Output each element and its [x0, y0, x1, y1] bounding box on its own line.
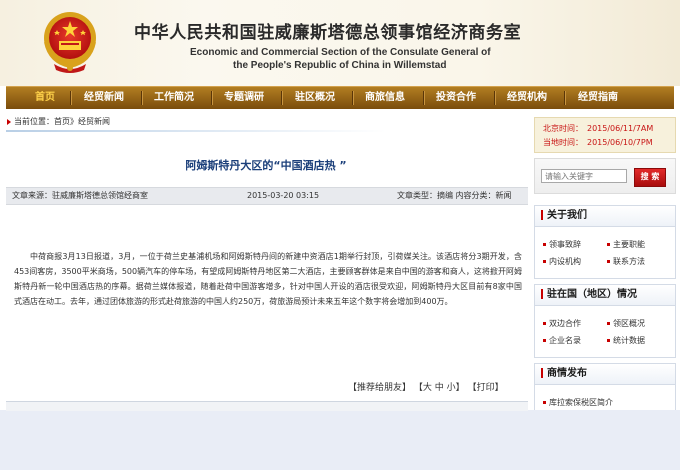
breadcrumb-label: 当前位置：	[14, 117, 54, 126]
about-link-contact[interactable]: 联系方法	[607, 256, 645, 267]
search-box: 搜 索	[534, 158, 676, 194]
nav-separator	[211, 91, 212, 105]
nav-separator	[564, 91, 565, 105]
bullet-icon	[543, 339, 546, 342]
about-panel-header: 关于我们	[535, 206, 675, 227]
about-link-structure[interactable]: 内设机构	[543, 256, 581, 267]
region-link-statistics[interactable]: 统计数据	[607, 335, 645, 346]
font-large-link[interactable]: 【大	[414, 383, 432, 393]
bullet-icon	[607, 260, 610, 263]
nav-separator	[70, 91, 71, 105]
nav-item-research[interactable]: 专题调研	[224, 87, 264, 109]
search-input[interactable]	[541, 169, 627, 183]
breadcrumb: 当前位置：首页》经贸新闻	[7, 116, 110, 128]
breadcrumb-home-link[interactable]: 首页	[54, 117, 70, 126]
nav-item-trade-news[interactable]: 经贸新闻	[84, 87, 124, 109]
search-button[interactable]: 搜 索	[634, 168, 666, 187]
local-time-value: 2015/06/10/7PM	[587, 138, 653, 147]
bullet-icon	[607, 339, 610, 342]
panel-marker	[541, 210, 543, 220]
nav-item-work-summary[interactable]: 工作简况	[154, 87, 194, 109]
article-source: 文章来源：驻威廉斯塔德总领馆经商室	[12, 191, 148, 200]
panel-marker	[541, 368, 543, 378]
nav-separator	[281, 91, 282, 105]
site-title-cn: 中华人民共和国驻威廉斯塔德总领事馆经济商务室	[134, 23, 522, 43]
page: 中华人民共和国驻威廉斯塔德总领事馆经济商务室 Economic and Comm…	[0, 0, 680, 411]
nav-separator	[494, 91, 495, 105]
font-small-link[interactable]: 小】	[447, 383, 465, 393]
bullet-icon	[543, 260, 546, 263]
nav-separator	[141, 91, 142, 105]
article-type: 文章类型：摘编 内容分类：新闻	[397, 191, 512, 200]
bullet-icon	[543, 322, 546, 325]
bullet-icon	[607, 322, 610, 325]
business-panel: 商情发布 库拉索保税区简介	[534, 363, 676, 410]
beijing-time-value: 2015/06/11/7AM	[587, 124, 654, 133]
print-link[interactable]: 【打印】	[468, 383, 504, 393]
region-panel-title: 驻在国（地区）情况	[547, 289, 637, 300]
local-time-label: 当地时间：	[543, 138, 583, 147]
bullet-icon	[543, 401, 546, 404]
breadcrumb-arrow-icon	[7, 118, 11, 125]
nav-separator	[352, 91, 353, 105]
nav-item-investment[interactable]: 投资合作	[436, 87, 476, 109]
font-medium-link[interactable]: 中	[435, 383, 444, 393]
breadcrumb-divider	[6, 130, 386, 132]
region-link-cooperation[interactable]: 双边合作	[543, 318, 581, 329]
site-title-en-line2: the People's Republic of China in Willem…	[233, 60, 447, 71]
time-box: 北京时间： 2015/06/11/7AM 当地时间： 2015/06/10/7PM	[534, 117, 676, 153]
site-header: 中华人民共和国驻威廉斯塔德总领事馆经济商务室 Economic and Comm…	[0, 0, 680, 86]
main-nav: 首页 经贸新闻 工作简况 专题调研 驻区概况 商旅信息 投资合作 经贸机构 经贸…	[6, 86, 674, 109]
region-link-directory[interactable]: 企业名录	[543, 335, 581, 346]
article-date: 2015-03-20 03:15	[247, 191, 320, 200]
article-title: 阿姆斯特丹大区的“中国酒店热 ”	[185, 159, 347, 172]
article-tools: 【推荐给朋友】 【大 中 小】 【打印】	[348, 380, 504, 393]
article-body: 中荷商报3月13日报道，3月，一位于荷兰史基浦机场和阿姆斯特丹间的新建中资酒店1…	[14, 252, 522, 306]
about-panel-title: 关于我们	[547, 210, 587, 221]
region-panel-header: 驻在国（地区）情况	[535, 285, 675, 306]
nav-item-institutions[interactable]: 经贸机构	[507, 87, 547, 109]
nav-item-business-info[interactable]: 商旅信息	[365, 87, 405, 109]
breadcrumb-separator: 》	[70, 117, 78, 126]
beijing-time-row: 北京时间： 2015/06/11/7AM	[543, 123, 653, 134]
nav-item-guide[interactable]: 经贸指南	[578, 87, 618, 109]
business-link-free-zone[interactable]: 库拉索保税区简介	[543, 397, 613, 408]
nav-item-home[interactable]: 首页	[35, 87, 55, 109]
bullet-icon	[607, 243, 610, 246]
breadcrumb-current-link[interactable]: 经贸新闻	[78, 117, 110, 126]
article-bottom-divider	[6, 401, 528, 411]
beijing-time-label: 北京时间：	[543, 124, 583, 133]
region-link-overview[interactable]: 领区概况	[607, 318, 645, 329]
national-emblem-icon	[44, 12, 96, 73]
local-time-row: 当地时间： 2015/06/10/7PM	[543, 137, 653, 148]
about-link-speech[interactable]: 领事致辞	[543, 239, 581, 250]
business-panel-title: 商情发布	[547, 368, 587, 379]
nav-separator	[423, 91, 424, 105]
about-link-functions[interactable]: 主要职能	[607, 239, 645, 250]
article-meta-bar: 文章来源：驻威廉斯塔德总领馆经商室 2015-03-20 03:15 文章类型：…	[6, 187, 528, 205]
region-panel: 驻在国（地区）情况 双边合作 领区概况 企业名录 统计数据	[534, 284, 676, 358]
site-title-en-line1: Economic and Commercial Section of the C…	[190, 47, 491, 58]
about-panel: 关于我们 领事致辞 主要职能 内设机构 联系方法	[534, 205, 676, 279]
business-panel-header: 商情发布	[535, 364, 675, 385]
bullet-icon	[543, 243, 546, 246]
panel-marker	[541, 289, 543, 299]
nav-item-region-overview[interactable]: 驻区概况	[295, 87, 335, 109]
recommend-link[interactable]: 【推荐给朋友】	[348, 383, 411, 393]
